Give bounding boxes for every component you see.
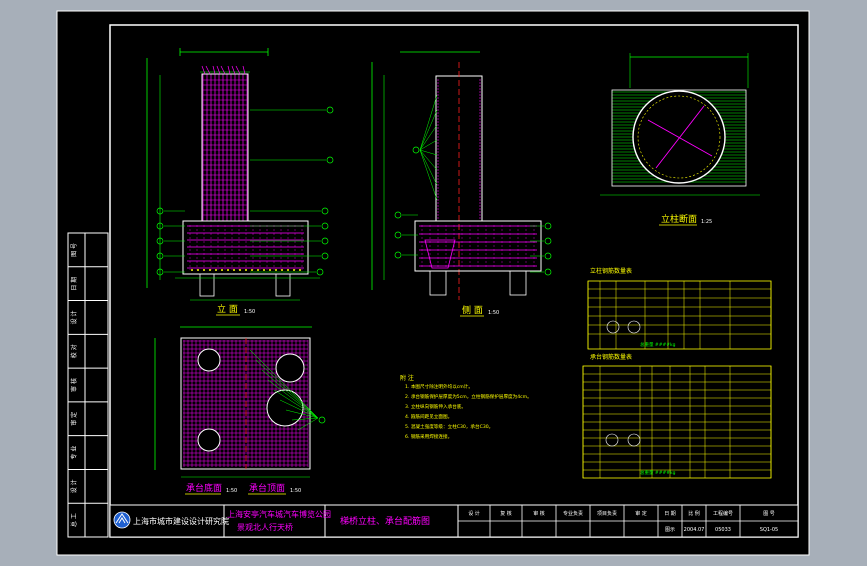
column-section-label: 立柱断面 — [661, 213, 697, 225]
elevation-label: 立 面 — [217, 303, 238, 315]
revision-strip-label: 专 业 — [70, 446, 78, 460]
revision-strip-label: 校 对 — [70, 344, 78, 358]
side-view-label: 侧 面 — [462, 304, 483, 316]
note-line: 5. 混凝土强度等级：立柱C30，承台C30。 — [405, 423, 493, 430]
title-block-value: 图示 — [665, 527, 675, 533]
title-block-header: 项目负责 — [597, 510, 617, 517]
note-line: 3. 立柱纵向钢筋伸入承台底。 — [405, 403, 466, 410]
title-block-header: 专业负责 — [563, 510, 583, 517]
revision-strip-label: 图 号 — [71, 243, 78, 257]
title-block: 上海市城市建设设计研究院 上海安亭汽车城汽车博览公园 景观北人行天桥 梯桥立柱、… — [109, 504, 799, 538]
svg-text:1:50: 1:50 — [290, 488, 301, 494]
title-block-value: 2004.07 — [684, 527, 705, 533]
column-table-title: 立柱钢筋数量表 — [590, 267, 632, 275]
note-line: 2. 承台钢筋保护层厚度为5cm，立柱钢筋保护层厚度为4cm。 — [405, 393, 532, 400]
revision-strip-label: 审 定 — [70, 412, 78, 426]
title-block-value: SQ1-05 — [760, 527, 778, 533]
pile-cap-bottom-label: 承台底面 — [186, 482, 222, 494]
title-block-header: 比 例 — [688, 510, 700, 517]
cad-viewport[interactable]: 图 号日 期设 计校 对审 核审 定专 业设 计总 工 立 面 1:50 侧 面… — [0, 0, 867, 562]
revision-strip-label: 日 期 — [70, 277, 78, 291]
project-name-line2: 景观北人行天桥 — [237, 522, 293, 532]
note-line: 6. 钢筋采用焊接连接。 — [405, 433, 452, 440]
svg-text:1:50: 1:50 — [488, 310, 499, 316]
drawing-title: 梯桥立柱、承台配筋图 — [340, 515, 430, 527]
title-block-header: 日 期 — [664, 511, 676, 517]
title-block-header: 工程编号 — [713, 510, 733, 517]
rebar-drawing-sheet: 图 号日 期设 计校 对审 核审 定专 业设 计总 工 立 面 1:50 侧 面… — [56, 10, 810, 556]
institute-logo — [113, 511, 131, 529]
note-line: 4. 箍筋间距见立面图。 — [405, 413, 452, 420]
title-block-value: 05033 — [715, 527, 731, 533]
svg-text:总重量 ####kg: 总重量 ####kg — [640, 341, 676, 348]
revision-strip-label: 审 核 — [70, 378, 78, 392]
notes-heading: 附 注 — [400, 374, 414, 382]
title-block-header: 审 定 — [635, 510, 647, 517]
svg-text:1:50: 1:50 — [226, 488, 237, 494]
project-name-line1: 上海安亭汽车城汽车博览公园 — [227, 509, 331, 519]
svg-text:总重量 ####kg: 总重量 ####kg — [640, 469, 676, 476]
drawing-sheet — [56, 10, 810, 556]
pile-cap-top-label: 承台顶面 — [249, 482, 285, 494]
revision-strip-label: 设 计 — [70, 310, 78, 324]
note-line: 1. 本图尺寸除注明外均以cm计。 — [405, 383, 473, 390]
revision-strip-label: 总 工 — [70, 513, 78, 527]
svg-text:1:50: 1:50 — [244, 309, 255, 315]
title-block-header: 审 核 — [533, 510, 545, 517]
svg-text:1:25: 1:25 — [701, 219, 712, 225]
revision-strip-label: 设 计 — [70, 479, 78, 493]
title-block-header: 复 核 — [500, 510, 512, 517]
title-block-header: 设 计 — [468, 510, 480, 517]
institute-name: 上海市城市建设设计研究院 — [133, 516, 229, 526]
title-block-header: 图 号 — [763, 511, 775, 517]
cap-table-title: 承台钢筋数量表 — [590, 353, 632, 361]
